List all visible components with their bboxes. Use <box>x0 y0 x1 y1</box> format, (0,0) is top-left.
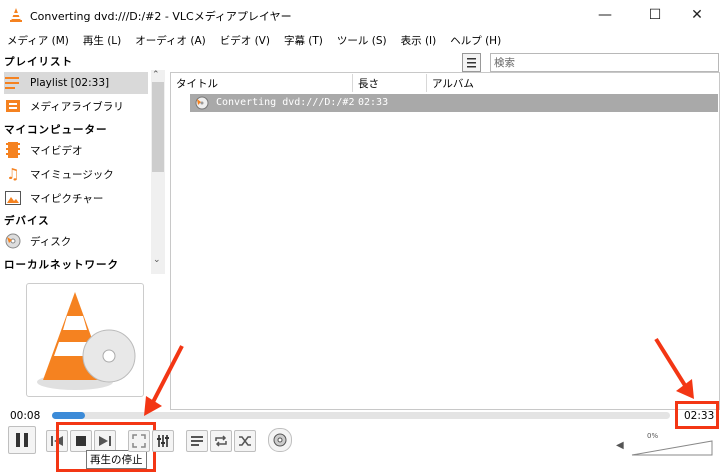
equalizer-icon <box>157 435 169 447</box>
devices-section-header: デバイス <box>4 215 50 227</box>
stop-tooltip: 再生の停止 <box>86 450 147 469</box>
disc-play-icon <box>195 96 209 113</box>
sidebar-item-label: メディアライブラリ <box>30 100 124 113</box>
album-art <box>26 283 144 397</box>
loop-button[interactable] <box>210 430 232 452</box>
disc-icon <box>273 433 287 447</box>
sidebar-scroll-thumb[interactable] <box>152 82 164 172</box>
search-input[interactable] <box>490 53 719 72</box>
window-title: Converting dvd:///D:/#2 - VLCメディアプレイヤー <box>30 10 292 23</box>
column-header-length[interactable]: 長さ <box>358 76 379 91</box>
film-icon <box>4 142 22 158</box>
fullscreen-button[interactable] <box>128 430 150 452</box>
playlist-icon <box>191 436 203 446</box>
sidebar: プレイリスト Playlist [02:33] メディアライブラリ マイコンピュ… <box>0 52 168 278</box>
sidebar-item-label: マイピクチャー <box>30 192 104 205</box>
row-length: 02:33 <box>358 97 389 108</box>
my-computer-section-header: マイコンピューター <box>4 124 108 136</box>
extended-settings-button[interactable] <box>152 430 174 452</box>
arrow-annotation-right <box>654 337 694 399</box>
sidebar-item-label: Playlist [02:33] <box>30 77 110 89</box>
sidebar-item-my-video[interactable]: マイビデオ <box>4 139 83 161</box>
seek-progress <box>52 412 85 419</box>
sidebar-item-label: ディスク <box>30 235 72 248</box>
picture-icon <box>4 190 22 206</box>
scroll-up-icon[interactable]: ⌃ <box>152 70 160 80</box>
menu-tools[interactable]: ツール (S) <box>330 33 394 48</box>
fullscreen-icon <box>132 434 146 448</box>
sidebar-item-media-library[interactable]: メディアライブラリ <box>4 95 124 117</box>
menu-audio[interactable]: オーディオ (A) <box>128 33 212 48</box>
menu-media[interactable]: メディア (M) <box>0 33 76 48</box>
music-note-icon: ♫ <box>6 165 20 183</box>
playlist-icon <box>4 75 22 91</box>
sidebar-item-my-music[interactable]: ♫ マイミュージック <box>4 163 114 185</box>
disc-icon <box>4 233 22 249</box>
sidebar-item-label: マイビデオ <box>30 144 83 157</box>
volume-label: 0% <box>647 432 659 440</box>
close-button[interactable]: ✕ <box>674 0 720 30</box>
arrow-annotation-left <box>144 345 184 416</box>
sidebar-item-disc[interactable]: ディスク <box>4 230 71 252</box>
playlist-section-header: プレイリスト <box>4 56 73 68</box>
column-divider[interactable] <box>426 74 427 92</box>
vlc-cone-icon <box>8 7 24 23</box>
row-title: Converting dvd:///D:/#2 <box>216 97 355 108</box>
minimize-button[interactable]: — <box>582 0 628 30</box>
sidebar-item-label: マイミュージック <box>30 168 114 181</box>
highlight-box <box>675 401 719 429</box>
column-divider[interactable] <box>352 74 353 92</box>
local-network-section-header: ローカルネットワーク <box>4 259 119 271</box>
scroll-down-icon[interactable]: ⌄ <box>153 255 161 265</box>
playlist-view-button[interactable] <box>462 53 481 72</box>
frame-by-frame-button[interactable] <box>268 428 292 452</box>
pause-button[interactable] <box>8 426 36 454</box>
playlist-table <box>170 72 720 410</box>
menu-view[interactable]: 表示 (I) <box>394 33 444 48</box>
column-header-title[interactable]: タイトル <box>176 76 218 91</box>
maximize-button[interactable]: ☐ <box>632 0 678 30</box>
elapsed-time: 00:08 <box>10 410 41 422</box>
sidebar-item-playlist[interactable]: Playlist [02:33] <box>4 72 148 94</box>
menu-bar: メディア (M) 再生 (L) オーディオ (A) ビデオ (V) 字幕 (T)… <box>0 30 720 50</box>
volume-slider[interactable] <box>630 440 714 456</box>
media-library-icon <box>4 98 22 114</box>
sidebar-item-my-pictures[interactable]: マイピクチャー <box>4 187 103 209</box>
vlc-logo-art-icon <box>37 292 136 390</box>
menu-help[interactable]: ヘルプ (H) <box>443 33 508 48</box>
search-placeholder: 検索 <box>494 57 515 69</box>
playlist-toggle-button[interactable] <box>186 430 208 452</box>
menu-playback[interactable]: 再生 (L) <box>76 33 128 48</box>
menu-subtitle[interactable]: 字幕 (T) <box>277 33 330 48</box>
menu-video[interactable]: ビデオ (V) <box>213 33 277 48</box>
pause-icon <box>16 433 28 447</box>
shuffle-icon <box>239 436 251 446</box>
list-view-icon <box>467 58 476 68</box>
speaker-icon[interactable]: ◀ <box>616 440 624 451</box>
column-header-album[interactable]: アルバム <box>432 76 474 91</box>
loop-icon <box>215 435 227 447</box>
shuffle-button[interactable] <box>234 430 256 452</box>
